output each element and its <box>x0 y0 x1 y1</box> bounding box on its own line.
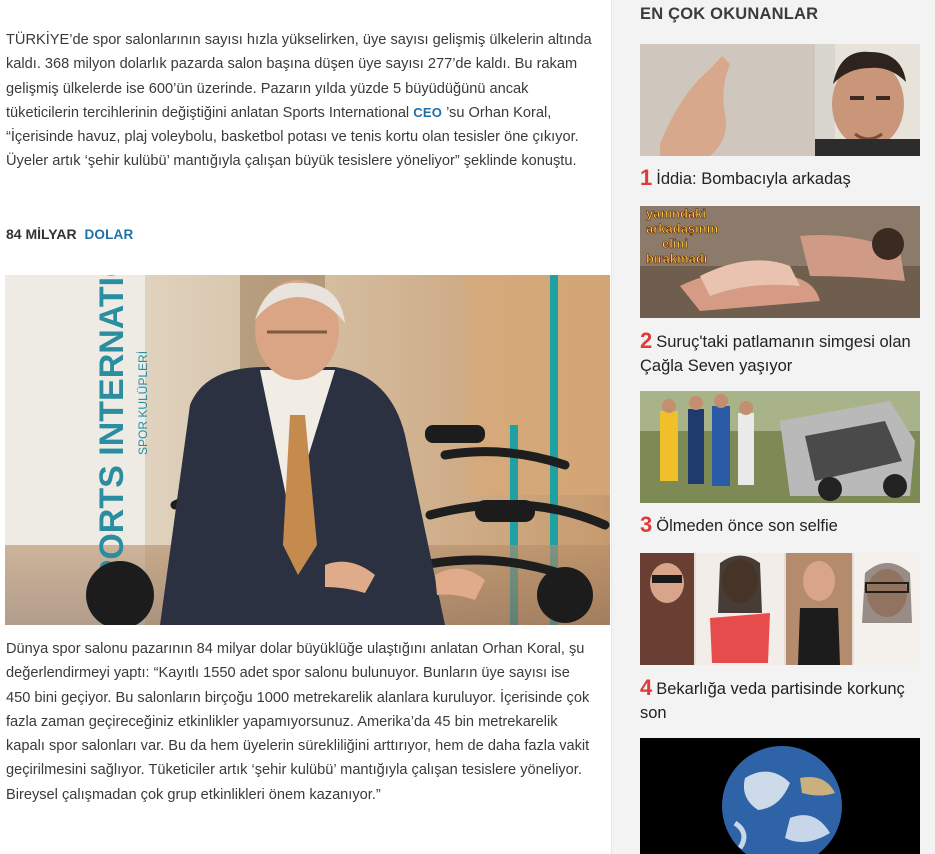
ceo-keyword-link[interactable]: CEO <box>413 105 442 120</box>
photo-banner-text: SPORTS INTERNATIONAL <box>93 275 131 605</box>
most-read-thumb-4[interactable] <box>640 553 920 665</box>
most-read-thumb-2[interactable]: yanındaki arkadaşının elini bırakmadı <box>640 206 920 318</box>
rank-number: 3 <box>640 512 653 537</box>
most-read-headline: Bekarlığa veda partisinde korkunç son <box>640 680 905 722</box>
article-paragraph-quote: Dünya spor salonu pazarının 84 milyar do… <box>6 641 590 803</box>
most-read-headline: Ölmeden önce son selfie <box>656 517 838 535</box>
section-subheading: 84 MİLYAR DOLAR <box>6 226 133 242</box>
rank-number: 2 <box>640 328 653 353</box>
thumb-overlay-line-2: arkadaşının <box>646 221 718 236</box>
rank-number: 1 <box>640 165 653 190</box>
most-read-thumb-5[interactable] <box>640 738 920 854</box>
most-read-item-2[interactable]: 2 Suruç'taki patlamanın simgesi olan Çağl… <box>640 329 922 378</box>
thumb-overlay-line-1: yanındaki <box>646 206 706 221</box>
article-photo: SPORTS INTERNATIONAL SPOR KULÜPLERİ <box>5 275 610 625</box>
thumb-overlay-line-3: elini <box>662 236 688 251</box>
photo-banner-small-text: SPOR KULÜPLERİ <box>136 351 150 455</box>
most-read-headline: İddia: Bombacıyla arkadaş <box>656 170 851 188</box>
most-read-title: EN ÇOK OKUNANLAR <box>640 5 819 23</box>
subheading-text: 84 MİLYAR <box>6 226 77 242</box>
rank-number: 4 <box>640 675 653 700</box>
most-read-thumb-1[interactable] <box>640 44 920 156</box>
thumb-overlay-line-4: bırakmadı <box>646 251 707 266</box>
most-read-thumb-3[interactable] <box>640 391 920 503</box>
most-read-item-3[interactable]: 3 Ölmeden önce son selfie <box>640 513 922 538</box>
most-read-headline: Suruç'taki patlamanın simgesi olan Çağla… <box>640 333 911 375</box>
article-paragraph-intro: TÜRKİYE’de spor salonlarının sayısı hızl… <box>6 28 598 174</box>
article-body: TÜRKİYE’de spor salonlarının sayısı hızl… <box>0 0 611 854</box>
most-read-item-1[interactable]: 1 İddia: Bombacıyla arkadaş <box>640 166 922 191</box>
most-read-sidebar: EN ÇOK OKUNANLAR 1 İddia: Bombacıyla arka… <box>612 0 935 854</box>
dolar-keyword-link[interactable]: DOLAR <box>84 227 133 242</box>
most-read-item-4[interactable]: 4 Bekarlığa veda partisinde korkunç son <box>640 676 922 725</box>
